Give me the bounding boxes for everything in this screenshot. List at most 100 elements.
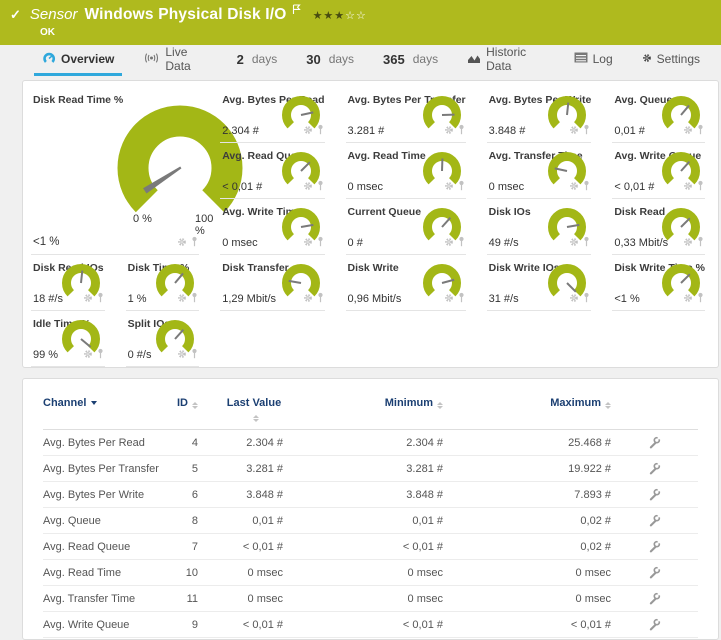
- wrench-icon[interactable]: [648, 488, 661, 501]
- pin-icon[interactable]: [582, 234, 591, 252]
- tab-historic-data[interactable]: Historic Data: [459, 45, 553, 76]
- cell-minimum: 3.848 #: [283, 489, 443, 501]
- gear-icon[interactable]: [303, 290, 313, 308]
- gear-icon[interactable]: [177, 346, 187, 364]
- cell-maximum: 0,02 #: [443, 515, 611, 527]
- gear-icon[interactable]: [569, 178, 579, 196]
- pin-icon[interactable]: [457, 234, 466, 252]
- tab-settings[interactable]: Settings: [634, 45, 708, 76]
- cell-last-value: 3.848 #: [198, 489, 283, 501]
- gear-icon[interactable]: [683, 122, 693, 140]
- cell-actions: [611, 462, 698, 475]
- cell-minimum: 3.281 #: [283, 463, 443, 475]
- pin-icon[interactable]: [696, 290, 705, 308]
- pin-icon[interactable]: [190, 346, 199, 364]
- gear-icon[interactable]: [444, 178, 454, 196]
- table-body: Avg. Bytes Per Read42.304 #2.304 #25.468…: [43, 430, 698, 638]
- gear-icon[interactable]: [569, 290, 579, 308]
- sort-desc-icon: [91, 401, 97, 405]
- pin-icon[interactable]: [190, 234, 199, 252]
- gear-icon[interactable]: [83, 346, 93, 364]
- pin-icon[interactable]: [582, 290, 591, 308]
- gauge-icon: [42, 51, 56, 67]
- pin-icon[interactable]: [316, 122, 325, 140]
- gear-icon[interactable]: [303, 122, 313, 140]
- gauge-cell: Avg. Read Time0 msec: [346, 143, 466, 199]
- gauge-value: 31 #/s: [489, 293, 519, 305]
- gear-icon[interactable]: [683, 290, 693, 308]
- gauge-value: 1,29 Mbit/s: [222, 293, 276, 305]
- pin-icon[interactable]: [96, 346, 105, 364]
- gear-icon[interactable]: [569, 234, 579, 252]
- gear-icon[interactable]: [444, 234, 454, 252]
- column-header-minimum[interactable]: Minimum: [283, 397, 443, 409]
- gear-icon[interactable]: [303, 234, 313, 252]
- cell-last-value: 3.281 #: [198, 463, 283, 475]
- gauge-value: < 0,01 #: [222, 181, 262, 193]
- gear-icon[interactable]: [83, 290, 93, 308]
- wrench-icon[interactable]: [648, 592, 661, 605]
- wrench-icon[interactable]: [648, 514, 661, 527]
- pin-icon[interactable]: [316, 178, 325, 196]
- pin-icon[interactable]: [457, 122, 466, 140]
- gauge-value: 0 #: [348, 237, 363, 249]
- gauge-value: 0,96 Mbit/s: [348, 293, 402, 305]
- cell-minimum: 2.304 #: [283, 437, 443, 449]
- wrench-icon[interactable]: [648, 540, 661, 553]
- pin-icon[interactable]: [696, 122, 705, 140]
- gauge-cell: Avg. Transfer Time0 msec: [487, 143, 592, 199]
- tab-settings-label: Settings: [657, 52, 700, 66]
- gear-icon[interactable]: [177, 234, 187, 252]
- tab-overview[interactable]: Overview: [34, 45, 122, 76]
- cell-channel: Avg. Bytes Per Transfer: [43, 463, 168, 475]
- gear-icon[interactable]: [444, 122, 454, 140]
- stars-empty[interactable]: ☆☆: [345, 10, 367, 22]
- gear-icon[interactable]: [683, 178, 693, 196]
- column-header-channel[interactable]: Channel: [43, 397, 168, 409]
- gear-icon[interactable]: [177, 290, 187, 308]
- tab-live-data[interactable]: Live Data: [135, 45, 215, 76]
- cell-id: 8: [168, 515, 198, 527]
- pin-icon[interactable]: [316, 234, 325, 252]
- pin-icon[interactable]: [457, 178, 466, 196]
- gauge-value: 0 msec: [348, 181, 383, 193]
- cell-actions: [611, 514, 698, 527]
- pin-icon[interactable]: [696, 178, 705, 196]
- gear-icon: [642, 52, 652, 66]
- tab-30-days-unit: days: [329, 52, 354, 66]
- gear-icon[interactable]: [683, 234, 693, 252]
- stars-filled[interactable]: ★★★: [313, 10, 346, 22]
- column-header-maximum[interactable]: Maximum: [443, 397, 611, 409]
- table-row: Avg. Bytes Per Transfer53.281 #3.281 #19…: [43, 456, 698, 482]
- pin-icon[interactable]: [457, 290, 466, 308]
- gear-icon[interactable]: [444, 290, 454, 308]
- tab-30-days[interactable]: 30 days: [298, 45, 362, 76]
- gear-icon[interactable]: [303, 178, 313, 196]
- tab-log-label: Log: [593, 52, 613, 66]
- pin-icon[interactable]: [96, 290, 105, 308]
- wrench-icon[interactable]: [648, 618, 661, 631]
- tab-365-days[interactable]: 365 days: [375, 45, 446, 76]
- table-row: Avg. Transfer Time110 msec0 msec0 msec: [43, 586, 698, 612]
- gear-icon[interactable]: [569, 122, 579, 140]
- column-header-id[interactable]: ID: [168, 397, 198, 409]
- table-header-row: Channel ID Last Value Minimum Maximum: [43, 391, 698, 430]
- column-header-last-value[interactable]: Last Value: [198, 397, 283, 423]
- pin-icon[interactable]: [316, 290, 325, 308]
- tab-log[interactable]: Log: [566, 45, 621, 76]
- pin-icon[interactable]: [190, 290, 199, 308]
- wrench-icon[interactable]: [648, 436, 661, 449]
- cell-actions: [611, 540, 698, 553]
- wrench-icon[interactable]: [648, 462, 661, 475]
- pin-icon[interactable]: [696, 234, 705, 252]
- pin-icon[interactable]: [582, 122, 591, 140]
- wrench-icon[interactable]: [648, 566, 661, 579]
- gauge-value: 3.281 #: [348, 125, 385, 137]
- pin-icon[interactable]: [582, 178, 591, 196]
- flag-icon[interactable]: [292, 2, 301, 20]
- priority-stars[interactable]: ★★★☆☆: [313, 9, 367, 22]
- cell-id: 10: [168, 567, 198, 579]
- table-row: Avg. Queue80,01 #0,01 #0,02 #: [43, 508, 698, 534]
- tab-2-days[interactable]: 2 days: [229, 45, 286, 76]
- gauge-cell: Disk Time %1 %: [126, 255, 200, 311]
